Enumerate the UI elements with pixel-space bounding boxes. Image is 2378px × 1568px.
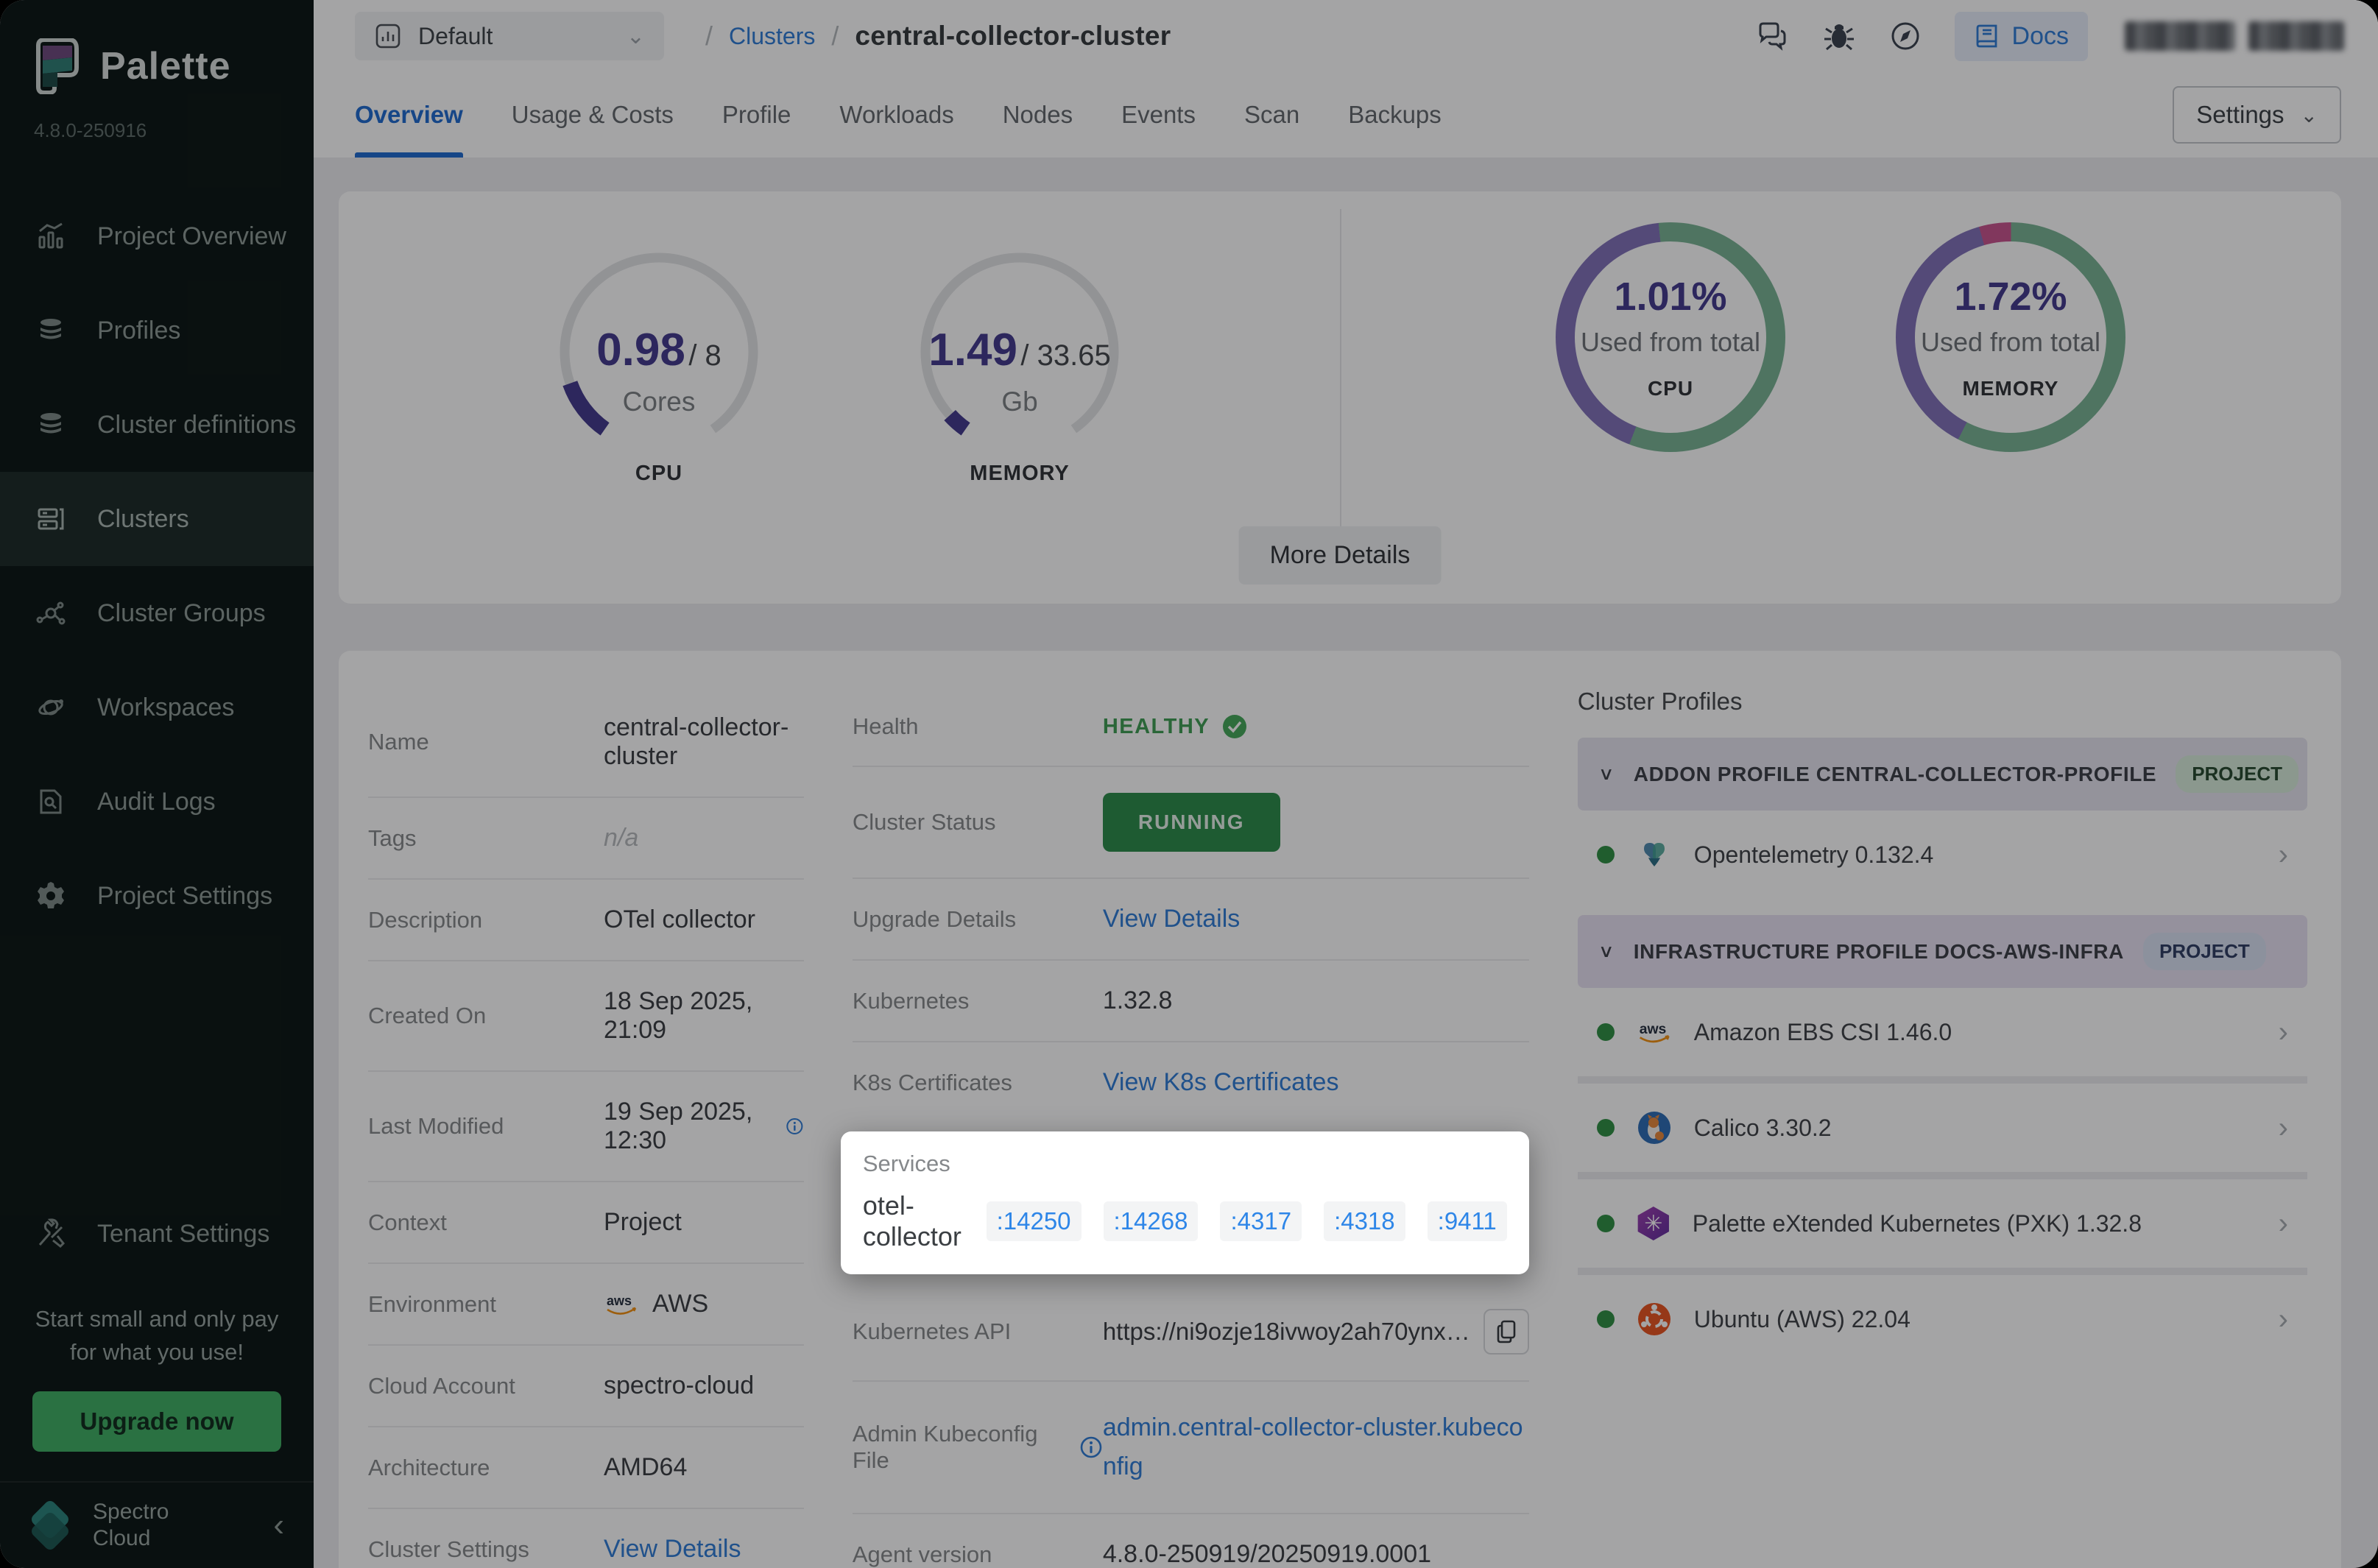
service-port-link[interactable]: :4317: [1220, 1201, 1302, 1241]
services-label: Services: [863, 1151, 1507, 1177]
service-name: otel-collector: [863, 1190, 964, 1252]
app-window: Palette 4.8.0-250916 Project Overview Pr…: [0, 0, 2378, 1568]
tour-dim-overlay: [0, 0, 2378, 1568]
service-port-link[interactable]: :14250: [987, 1201, 1082, 1241]
service-port-link[interactable]: :9411: [1428, 1201, 1507, 1241]
service-port-link[interactable]: :4318: [1324, 1201, 1405, 1241]
service-port-link[interactable]: :14268: [1104, 1201, 1199, 1241]
services-spotlight-box: Services otel-collector :14250 :14268 :4…: [841, 1131, 1529, 1274]
services-row: otel-collector :14250 :14268 :4317 :4318…: [863, 1190, 1507, 1252]
